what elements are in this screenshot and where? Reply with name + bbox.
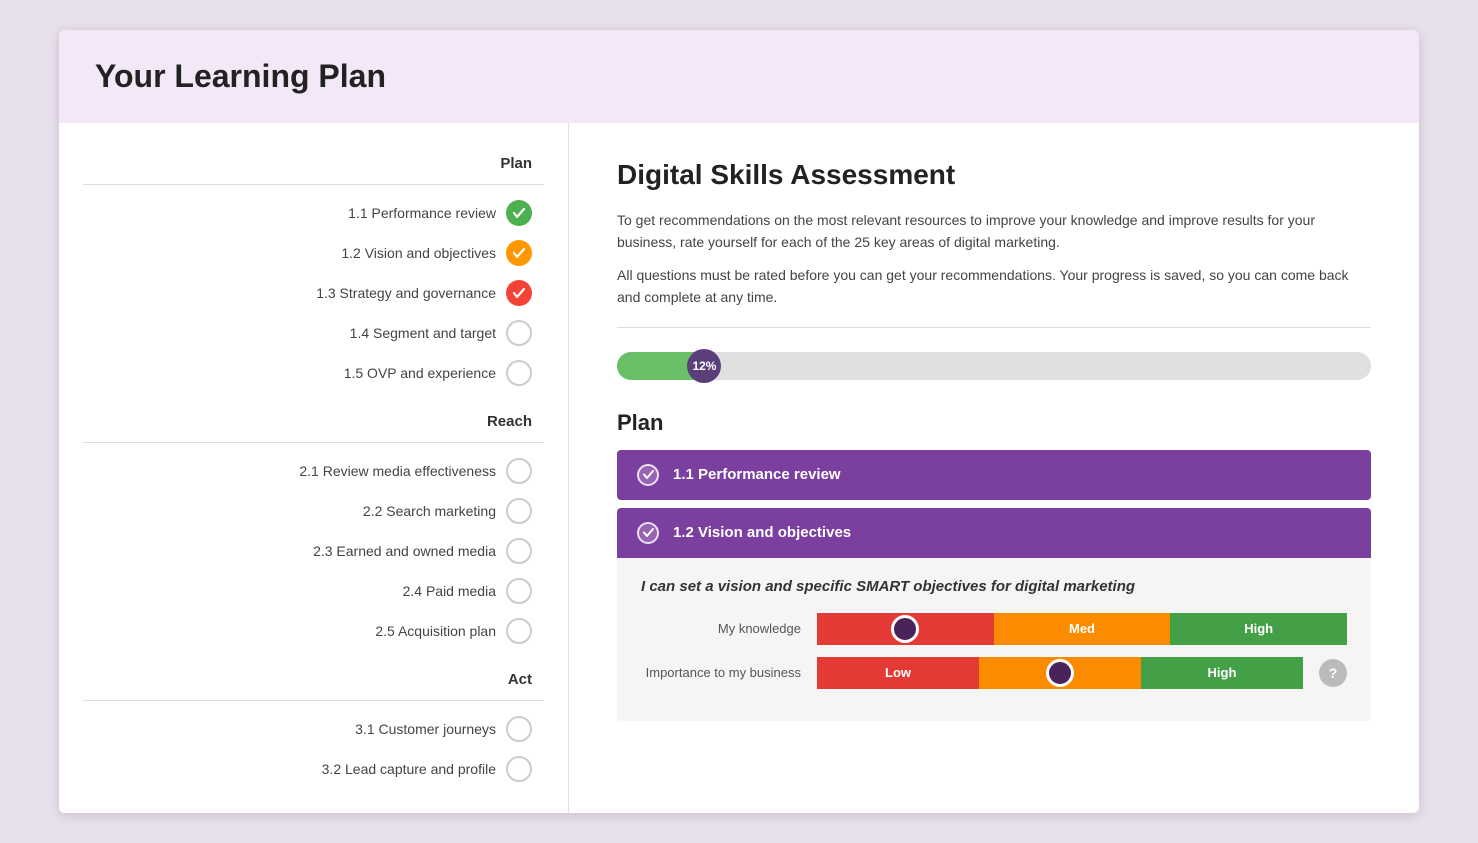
accordion-1-2: 1.2 Vision and objectives I can set a vi… xyxy=(617,508,1371,721)
status-icon-1-3 xyxy=(506,280,532,306)
status-icon-2-1 xyxy=(506,458,532,484)
status-icon-1-4 xyxy=(506,320,532,346)
sidebar-item-2-1[interactable]: 2.1 Review media effectiveness xyxy=(59,451,568,491)
status-icon-1-5 xyxy=(506,360,532,386)
importance-bar: Low Med High xyxy=(817,657,1303,689)
plan-section-heading: Plan xyxy=(617,410,1371,436)
accordion-1-2-check xyxy=(637,522,659,544)
sidebar-item-1-4[interactable]: 1.4 Segment and target xyxy=(59,313,568,353)
sidebar-section-plan: Plan xyxy=(59,147,568,180)
sidebar-section-act: Act xyxy=(59,663,568,696)
accordion-1-1-header[interactable]: 1.1 Performance review xyxy=(617,450,1371,500)
sidebar-item-3-1-label: 3.1 Customer journeys xyxy=(355,721,496,737)
status-icon-2-5 xyxy=(506,618,532,644)
sidebar-item-1-1-label: 1.1 Performance review xyxy=(348,205,496,221)
question-1-2-label: I can set a vision and specific SMART ob… xyxy=(641,578,1347,595)
content-area: Plan 1.1 Performance review 1.2 Vision a… xyxy=(59,123,1419,813)
knowledge-med[interactable]: Med xyxy=(994,613,1171,645)
progress-label: 12% xyxy=(687,349,721,383)
sidebar-item-2-1-label: 2.1 Review media effectiveness xyxy=(299,463,496,479)
sidebar-item-2-2[interactable]: 2.2 Search marketing xyxy=(59,491,568,531)
rating-row-importance: Importance to my business Low Med xyxy=(641,657,1347,689)
accordion-1-1: 1.1 Performance review xyxy=(617,450,1371,500)
importance-label: Importance to my business xyxy=(641,665,801,680)
intro-paragraph-1: To get recommendations on the most relev… xyxy=(617,209,1371,254)
accordion-1-1-check xyxy=(637,464,659,486)
sidebar-item-3-1[interactable]: 3.1 Customer journeys xyxy=(59,709,568,749)
accordion-1-2-body: I can set a vision and specific SMART ob… xyxy=(617,558,1371,721)
knowledge-low[interactable]: Low xyxy=(817,613,994,645)
importance-selected-dot xyxy=(1046,659,1074,687)
main-content: Digital Skills Assessment To get recomme… xyxy=(569,123,1419,813)
sidebar-item-1-3-label: 1.3 Strategy and governance xyxy=(316,285,496,301)
sidebar-item-2-4-label: 2.4 Paid media xyxy=(403,583,496,599)
sidebar-item-2-3[interactable]: 2.3 Earned and owned media xyxy=(59,531,568,571)
status-icon-3-1 xyxy=(506,716,532,742)
page-title: Your Learning Plan xyxy=(95,58,1383,95)
importance-low[interactable]: Low xyxy=(817,657,979,689)
importance-low-label: Low xyxy=(885,665,911,680)
status-icon-2-3 xyxy=(506,538,532,564)
page-header: Your Learning Plan xyxy=(59,30,1419,123)
status-icon-2-2 xyxy=(506,498,532,524)
knowledge-bar: Low Med High xyxy=(817,613,1347,645)
sidebar-item-3-2-label: 3.2 Lead capture and profile xyxy=(322,761,496,777)
sidebar-item-1-2-label: 1.2 Vision and objectives xyxy=(341,245,496,261)
status-icon-1-2 xyxy=(506,240,532,266)
sidebar-section-reach: Reach xyxy=(59,405,568,438)
sidebar-item-2-5[interactable]: 2.5 Acquisition plan xyxy=(59,611,568,651)
sidebar-item-1-2[interactable]: 1.2 Vision and objectives xyxy=(59,233,568,273)
sidebar-item-2-5-label: 2.5 Acquisition plan xyxy=(375,623,496,639)
status-icon-2-4 xyxy=(506,578,532,604)
knowledge-high[interactable]: High xyxy=(1170,613,1347,645)
knowledge-label: My knowledge xyxy=(641,621,801,636)
rating-row-knowledge: My knowledge Low Med High xyxy=(641,613,1347,645)
sidebar-item-1-3[interactable]: 1.3 Strategy and governance xyxy=(59,273,568,313)
sidebar-item-1-5-label: 1.5 OVP and experience xyxy=(344,365,496,381)
intro-paragraph-2: All questions must be rated before you c… xyxy=(617,264,1371,309)
progress-bar-fill: 12% xyxy=(617,352,707,380)
accordion-1-2-label: 1.2 Vision and objectives xyxy=(673,524,851,541)
assessment-title: Digital Skills Assessment xyxy=(617,159,1371,191)
knowledge-high-label: High xyxy=(1244,621,1273,636)
sidebar-item-2-2-label: 2.2 Search marketing xyxy=(363,503,496,519)
importance-med[interactable]: Med xyxy=(979,657,1141,689)
accordion-1-1-label: 1.1 Performance review xyxy=(673,466,841,483)
status-icon-1-1 xyxy=(506,200,532,226)
sidebar-item-3-2[interactable]: 3.2 Lead capture and profile xyxy=(59,749,568,789)
sidebar-item-1-5[interactable]: 1.5 OVP and experience xyxy=(59,353,568,393)
knowledge-med-label: Med xyxy=(1069,621,1095,636)
sidebar-item-1-4-label: 1.4 Segment and target xyxy=(350,325,496,341)
progress-bar-container: 12% xyxy=(617,352,1371,380)
status-icon-3-2 xyxy=(506,756,532,782)
sidebar-item-2-3-label: 2.3 Earned and owned media xyxy=(313,543,496,559)
sidebar-item-2-4[interactable]: 2.4 Paid media xyxy=(59,571,568,611)
help-icon[interactable]: ? xyxy=(1319,659,1347,687)
sidebar-item-1-1[interactable]: 1.1 Performance review xyxy=(59,193,568,233)
app-container: Your Learning Plan Plan 1.1 Performance … xyxy=(59,30,1419,813)
rating-rows: My knowledge Low Med High xyxy=(641,613,1347,701)
importance-high-label: High xyxy=(1208,665,1237,680)
accordion-1-2-header[interactable]: 1.2 Vision and objectives xyxy=(617,508,1371,558)
knowledge-selected-dot xyxy=(891,615,919,643)
sidebar: Plan 1.1 Performance review 1.2 Vision a… xyxy=(59,123,569,813)
importance-high[interactable]: High xyxy=(1141,657,1303,689)
